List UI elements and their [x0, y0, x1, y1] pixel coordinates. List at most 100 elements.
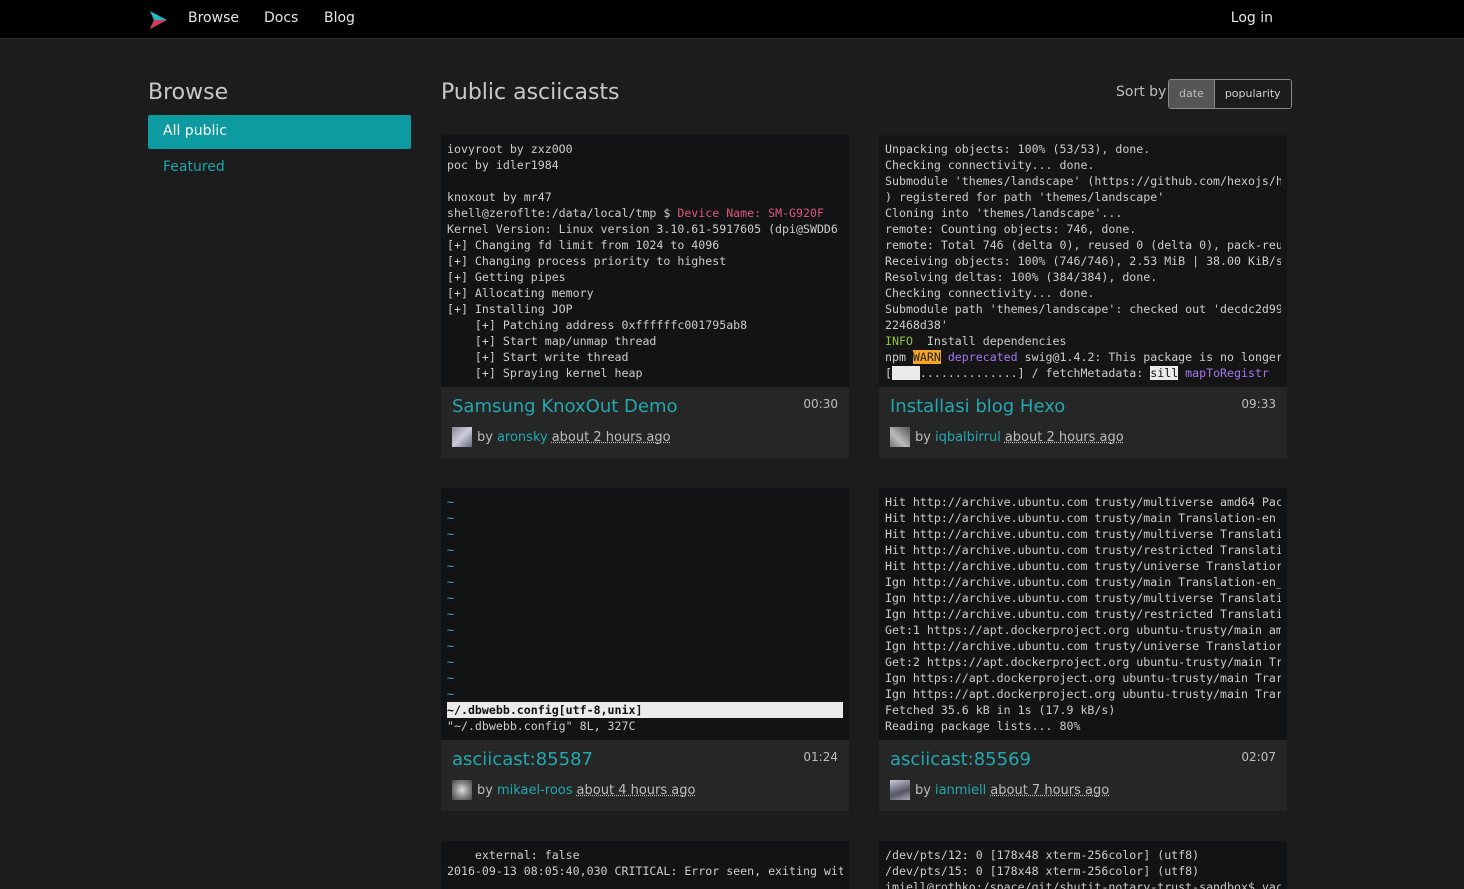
author-link[interactable]: mikael-roos: [497, 783, 573, 798]
vim-tilde-line: ~: [447, 607, 454, 621]
terminal-line: Get:1 https://apt.dockerproject.org ubun…: [885, 623, 1281, 637]
sort-label: Sort by: [1116, 84, 1167, 100]
card-duration: 09:33: [1241, 397, 1276, 411]
terminal-line: Ign https://apt.dockerproject.org ubuntu…: [885, 671, 1281, 685]
card-title[interactable]: Installasi blog Hexo: [890, 396, 1065, 417]
terminal-preview[interactable]: Hit http://archive.ubuntu.com trusty/mul…: [879, 488, 1287, 740]
avatar[interactable]: [452, 780, 472, 800]
sidebar-title: Browse: [148, 80, 229, 105]
card-duration: 02:07: [1241, 750, 1276, 764]
avatar[interactable]: [452, 427, 472, 447]
vim-tilde-line: ~: [447, 527, 454, 541]
terminal-line: Kernel Version: Linux version 3.10.61-59…: [447, 222, 838, 236]
timestamp: about 2 hours ago: [551, 429, 671, 445]
terminal-line: [+] Start write thread: [447, 350, 629, 364]
terminal-text: swig@1.4.2: This package is no longer: [1017, 350, 1281, 364]
terminal-line: Unpacking objects: 100% (53/53), done.: [885, 142, 1151, 156]
terminal-highlight: Device Name: SM-G920F: [677, 206, 824, 220]
asciicast-card[interactable]: /dev/pts/12: 0 [178x48 xterm-256color] (…: [879, 841, 1287, 889]
avatar[interactable]: [890, 427, 910, 447]
terminal-preview[interactable]: /dev/pts/12: 0 [178x48 xterm-256color] (…: [879, 841, 1287, 889]
terminal-line: [+] Getting pipes: [447, 270, 566, 284]
terminal-line: [+] Changing process priority to highest: [447, 254, 727, 268]
terminal-preview[interactable]: external: false 2016-09-13 08:05:40,030 …: [441, 841, 849, 889]
sort-date-button[interactable]: date: [1169, 80, 1215, 108]
terminal-line: Ign http://archive.ubuntu.com trusty/mul…: [885, 591, 1281, 605]
terminal-line: Ign http://archive.ubuntu.com trusty/res…: [885, 607, 1281, 621]
terminal-preview[interactable]: iovyroot by zxz0O0 poc by idler1984 knox…: [441, 135, 849, 387]
vim-tilde-line: ~: [447, 559, 454, 573]
nav-link-browse[interactable]: Browse: [188, 10, 239, 26]
terminal-line: Checking connectivity... done.: [885, 158, 1095, 172]
terminal-line: remote: Total 746 (delta 0), reused 0 (d…: [885, 238, 1281, 252]
card-duration: 00:30: [803, 397, 838, 411]
terminal-line: /dev/pts/12: 0 [178x48 xterm-256color] (…: [885, 848, 1200, 862]
card-footer: Installasi blog Hexo 09:33 by iqbalbirru…: [879, 387, 1287, 458]
terminal-line: Ign http://archive.ubuntu.com trusty/mai…: [885, 575, 1281, 589]
timestamp: about 7 hours ago: [990, 782, 1110, 798]
terminal-line: Get:2 https://apt.dockerproject.org ubun…: [885, 655, 1281, 669]
terminal-line: [+] Installing JOP: [447, 302, 573, 316]
terminal-line: Fetched 35.6 kB in 1s (17.9 kB/s): [885, 703, 1116, 717]
terminal-line: INFO Install dependencies: [885, 333, 1281, 349]
vim-tilde-line: ~: [447, 511, 454, 525]
sort-toggle-group: date popularity: [1168, 79, 1292, 109]
nav-link-docs[interactable]: Docs: [264, 10, 298, 26]
asciicast-card[interactable]: Unpacking objects: 100% (53/53), done. C…: [879, 135, 1287, 458]
vim-tilde-line: ~: [447, 671, 454, 685]
page-title: Public asciicasts: [441, 80, 620, 105]
sidebar-item-all-public[interactable]: All public: [148, 115, 411, 149]
author-link[interactable]: iqbalbirrul: [935, 430, 1001, 445]
asciicast-card[interactable]: external: false 2016-09-13 08:05:40,030 …: [441, 841, 849, 889]
terminal-line: iovyroot by zxz0O0: [447, 142, 573, 156]
terminal-highlight: deprecated: [947, 350, 1018, 364]
terminal-line: Cloning into 'themes/landscape'...: [885, 206, 1123, 220]
card-duration: 01:24: [803, 750, 838, 764]
asciicast-card[interactable]: ~ ~ ~ ~ ~ ~ ~ ~ ~ ~ ~ ~ ~ ~/.dbwebb.conf…: [441, 488, 849, 811]
terminal-preview[interactable]: ~ ~ ~ ~ ~ ~ ~ ~ ~ ~ ~ ~ ~ ~/.dbwebb.conf…: [441, 488, 849, 740]
vim-tilde-line: ~: [447, 687, 454, 701]
terminal-line: Ign https://apt.dockerproject.org ubuntu…: [885, 687, 1281, 701]
asciicast-card[interactable]: Hit http://archive.ubuntu.com trusty/mul…: [879, 488, 1287, 811]
author-link[interactable]: aronsky: [497, 430, 548, 445]
terminal-text: Install dependencies: [912, 334, 1067, 348]
card-meta: by mikael-roos about 4 hours ago: [452, 780, 695, 800]
nav-link-blog[interactable]: Blog: [324, 10, 355, 26]
terminal-line: [ ..............] / fetchMetadata: sill …: [885, 365, 1281, 381]
terminal-line: [+] Spraying kernel heap: [447, 366, 643, 380]
vim-status-text: ~/.dbwebb.config[utf-8,unix]: [447, 702, 843, 718]
card-title[interactable]: asciicast:85569: [890, 749, 1031, 770]
terminal-line: Hit http://archive.ubuntu.com trusty/uni…: [885, 559, 1281, 573]
avatar[interactable]: [890, 780, 910, 800]
sort-popularity-button[interactable]: popularity: [1214, 80, 1291, 108]
card-title[interactable]: asciicast:85587: [452, 749, 593, 770]
terminal-highlight: mapToRegistr: [1185, 366, 1269, 380]
author-link[interactable]: ianmiell: [935, 783, 986, 798]
terminal-line: Resolving deltas: 100% (384/384), done.: [885, 270, 1158, 284]
terminal-line: [+] Changing fd limit from 1024 to 4096: [447, 238, 720, 252]
by-label: by: [915, 429, 931, 445]
terminal-line: imiell@rothko:/space/git/shutit-notary-t…: [885, 880, 1281, 889]
by-label: by: [477, 429, 493, 445]
terminal-line: shell@zeroflte:/data/local/tmp $ Device …: [447, 205, 843, 221]
progress-fill: [891, 366, 920, 380]
asciicast-card[interactable]: iovyroot by zxz0O0 poc by idler1984 knox…: [441, 135, 849, 458]
vim-tilde-line: ~: [447, 591, 454, 605]
sidebar-item-featured[interactable]: Featured: [148, 151, 411, 185]
terminal-line: Checking connectivity... done.: [885, 286, 1095, 300]
terminal-line: Submodule path 'themes/landscape': check…: [885, 302, 1281, 316]
asciinema-play-icon[interactable]: [148, 10, 168, 30]
card-footer: Samsung KnoxOut Demo 00:30 by aronsky ab…: [441, 387, 849, 458]
terminal-line: 2016-09-13 08:05:40,030 CRITICAL: Error …: [447, 864, 843, 878]
terminal-preview[interactable]: Unpacking objects: 100% (53/53), done. C…: [879, 135, 1287, 387]
login-link[interactable]: Log in: [1231, 10, 1273, 26]
terminal-text: [: [885, 366, 892, 380]
vim-tilde-line: ~: [447, 575, 454, 589]
card-footer: asciicast:85587 01:24 by mikael-roos abo…: [441, 740, 849, 811]
terminal-line: remote: Counting objects: 746, done.: [885, 222, 1137, 236]
terminal-line: Hit http://archive.ubuntu.com trusty/res…: [885, 543, 1281, 557]
terminal-line: Hit http://archive.ubuntu.com trusty/mul…: [885, 527, 1281, 541]
by-label: by: [915, 782, 931, 798]
card-title[interactable]: Samsung KnoxOut Demo: [452, 396, 678, 417]
